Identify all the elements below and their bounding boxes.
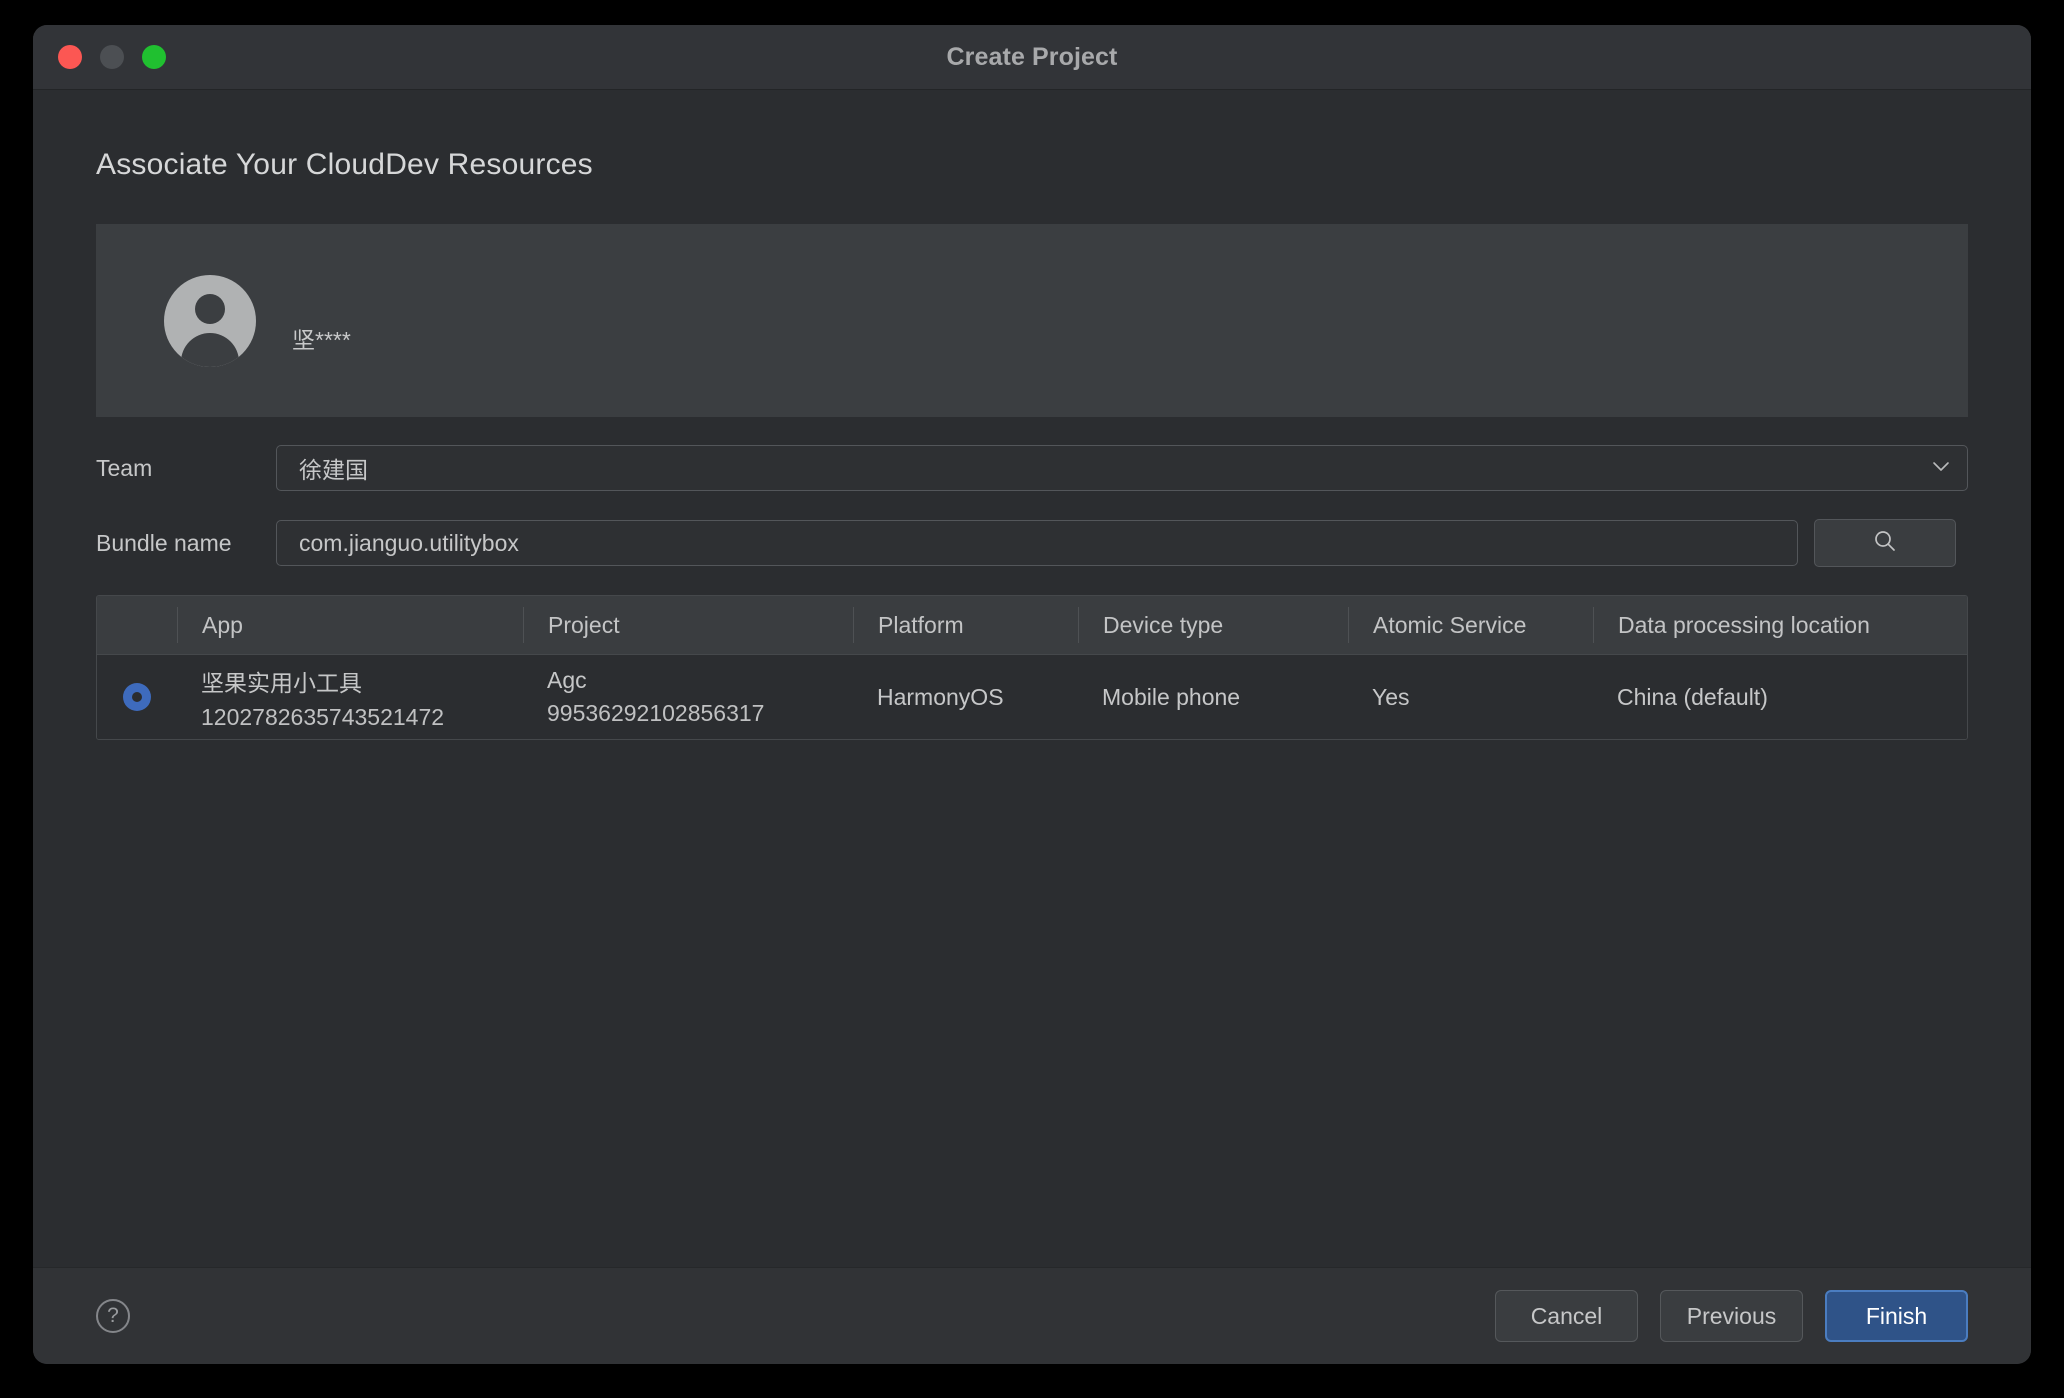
resources-table: App Project Platform Device type Atomic …: [96, 595, 1968, 740]
cell-project: Agc 99536292102856317: [523, 667, 853, 727]
cell-app-id: 1202782635743521472: [201, 703, 445, 730]
table-header-app: App: [177, 607, 523, 643]
account-panel: 坚****: [96, 224, 1968, 417]
page-title: Associate Your CloudDev Resources: [96, 148, 593, 181]
dialog-footer: ? Cancel Previous Finish: [33, 1267, 2031, 1364]
user-avatar-icon: [164, 274, 256, 367]
cell-data-location: China (default): [1617, 683, 1768, 710]
table-header-data-location: Data processing location: [1593, 607, 1967, 643]
bundle-name-row: Bundle name com.jianguo.utilitybox: [96, 519, 1968, 567]
search-button[interactable]: [1814, 519, 1956, 567]
team-label: Team: [96, 454, 153, 481]
cell-app: 坚果实用小工具 1202782635743521472: [177, 664, 523, 731]
dialog-content: Associate Your CloudDev Resources 坚**** …: [33, 90, 2031, 1267]
create-project-dialog: Create Project Associate Your CloudDev R…: [33, 25, 2031, 1364]
chevron-down-icon: [1929, 454, 1953, 483]
cancel-button[interactable]: Cancel: [1495, 1290, 1638, 1342]
avatar-head-shape: [195, 293, 225, 324]
cell-project-id: 99536292102856317: [547, 700, 765, 726]
table-header-device-type: Device type: [1078, 607, 1348, 643]
cell-project-name: Agc: [547, 667, 587, 693]
table-header-platform: Platform: [853, 607, 1078, 643]
cell-atomic-service: Yes: [1372, 683, 1410, 710]
team-select-value: 徐建国: [299, 457, 368, 483]
cell-platform: HarmonyOS: [877, 683, 1004, 710]
radio-inner-dot: [132, 692, 142, 702]
row-select-cell[interactable]: [97, 683, 177, 711]
help-question-icon[interactable]: ?: [96, 1299, 130, 1333]
bundle-name-label: Bundle name: [96, 529, 232, 556]
table-header-select: [97, 607, 177, 643]
team-row: Team 徐建国: [96, 445, 1968, 491]
table-header-atomic-service: Atomic Service: [1348, 607, 1593, 643]
finish-button[interactable]: Finish: [1825, 1290, 1968, 1342]
cell-device-type: Mobile phone: [1102, 683, 1241, 710]
table-header-project: Project: [523, 607, 853, 643]
table-header-row: App Project Platform Device type Atomic …: [97, 596, 1967, 655]
cell-app-name: 坚果实用小工具: [201, 669, 362, 696]
radio-button-selected[interactable]: [123, 683, 151, 711]
avatar-body-shape: [181, 332, 239, 367]
previous-button[interactable]: Previous: [1660, 1290, 1803, 1342]
table-row[interactable]: 坚果实用小工具 1202782635743521472 Agc 99536292…: [97, 655, 1967, 739]
search-icon: [1871, 527, 1899, 560]
bundle-name-input[interactable]: com.jianguo.utilitybox: [276, 520, 1798, 566]
team-select[interactable]: 徐建国: [276, 445, 1968, 491]
window-title: Create Project: [946, 42, 1118, 71]
window-titlebar: Create Project: [33, 25, 2031, 90]
account-name: 坚****: [292, 326, 351, 353]
